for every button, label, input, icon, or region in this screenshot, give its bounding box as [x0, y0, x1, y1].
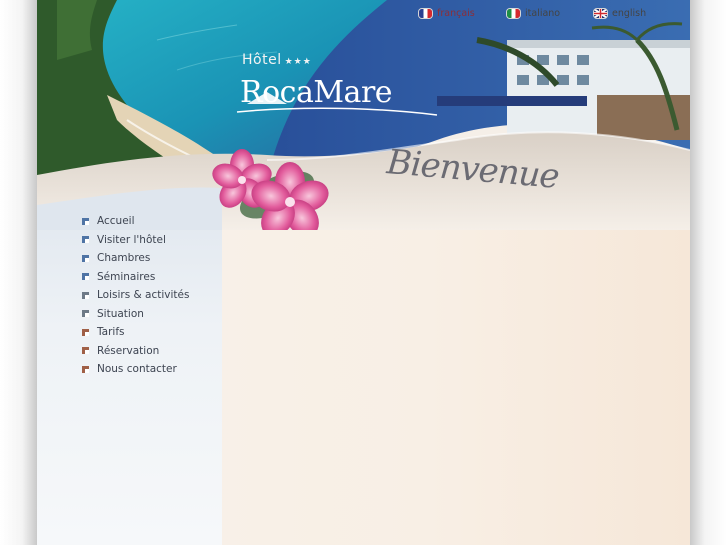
main-navigation: Accueil Visiter l'hôtel Chambres Séminai…	[82, 212, 252, 379]
nav-item-reservation[interactable]: Réservation	[82, 342, 252, 361]
nav-item-label: Tarifs	[97, 326, 125, 339]
language-link-italian[interactable]: italiano	[507, 8, 560, 19]
header-image	[37, 0, 690, 230]
nav-item-chambres[interactable]: Chambres	[82, 249, 252, 268]
nav-item-tarifs[interactable]: Tarifs	[82, 323, 252, 342]
nav-bullet-icon	[82, 217, 89, 225]
header-banner	[37, 0, 690, 230]
brand-hotel-label: Hôtel ★★★	[242, 52, 312, 68]
nav-item-label: Chambres	[97, 252, 151, 265]
right-shadow	[690, 0, 727, 545]
page: français italiano english Hôtel ★★★ RocaM…	[37, 0, 690, 545]
nav-bullet-icon	[82, 291, 89, 299]
nav-item-label: Nous contacter	[97, 363, 177, 376]
brand-logo-name: RocaMare	[240, 75, 393, 110]
language-link-french[interactable]: français	[419, 8, 475, 19]
nav-item-seminaires[interactable]: Séminaires	[82, 268, 252, 287]
language-selector: français italiano english	[37, 8, 690, 22]
nav-item-label: Réservation	[97, 344, 160, 357]
nav-item-label: Accueil	[97, 215, 135, 228]
left-shadow	[0, 0, 37, 545]
italy-flag-icon	[507, 9, 520, 18]
nav-bullet-icon	[82, 365, 89, 373]
nav-bullet-icon	[82, 310, 89, 318]
brand-hotel-text: Hôtel	[242, 52, 282, 68]
language-label: english	[612, 8, 647, 19]
nav-bullet-icon	[82, 328, 89, 336]
language-label: français	[437, 8, 475, 19]
nav-item-label: Loisirs & activités	[97, 289, 190, 302]
nav-item-label: Séminaires	[97, 270, 156, 283]
nav-bullet-icon	[82, 236, 89, 244]
france-flag-icon	[419, 9, 432, 18]
nav-bullet-icon	[82, 273, 89, 281]
nav-item-label: Situation	[97, 307, 144, 320]
nav-item-label: Visiter l'hôtel	[97, 233, 166, 246]
language-link-english[interactable]: english	[594, 8, 646, 19]
nav-bullet-icon	[82, 347, 89, 355]
nav-item-visiter[interactable]: Visiter l'hôtel	[82, 231, 252, 250]
uk-flag-icon	[594, 9, 607, 18]
nav-bullet-icon	[82, 254, 89, 262]
language-label: italiano	[525, 8, 561, 19]
nav-item-loisirs[interactable]: Loisirs & activités	[82, 286, 252, 305]
nav-item-accueil[interactable]: Accueil	[82, 212, 252, 231]
star-rating: ★★★	[284, 57, 312, 67]
nav-item-situation[interactable]: Situation	[82, 305, 252, 324]
nav-item-contact[interactable]: Nous contacter	[82, 360, 252, 379]
